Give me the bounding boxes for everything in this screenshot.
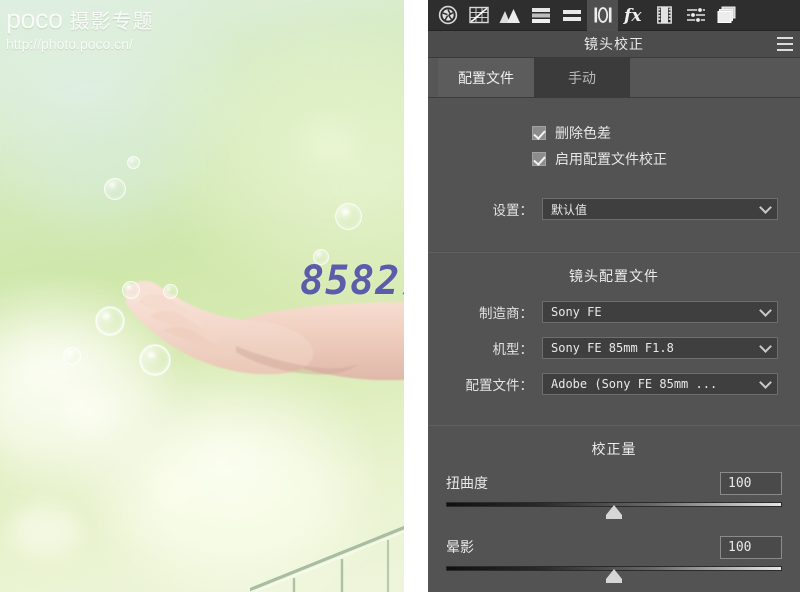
make-select-value: Sony FE: [551, 305, 602, 319]
lens-profile-section-title: 镜头配置文件: [569, 268, 659, 284]
slider-distortion-thumb[interactable]: [606, 505, 622, 519]
soap-bubble-ring-2: [139, 344, 171, 376]
screenshot-root: poco 摄影专题 http://photo.poco.cn/ 858271: [0, 0, 800, 592]
hamburger-menu-icon[interactable]: [777, 37, 793, 51]
slider-distortion-label: 扭曲度: [446, 475, 488, 491]
watermark-number: 858271: [300, 258, 404, 304]
profile-select[interactable]: Adobe (Sony FE 85mm ...: [542, 373, 778, 395]
module-toolbar[interactable]: fx: [428, 0, 800, 31]
checkbox-row-enable-profile-corrections[interactable]: 启用配置文件校正: [428, 146, 800, 172]
slider-vignetting-head: 晕影 100: [446, 534, 782, 560]
tone-curve-icon[interactable]: [463, 0, 494, 31]
chevron-down-icon: [759, 304, 772, 317]
detail-icon[interactable]: [494, 0, 525, 31]
slider-distortion-value[interactable]: 100: [720, 471, 782, 495]
model-row[interactable]: 机型： Sony FE 85mm F1.8: [428, 333, 800, 363]
watermark-brand: poco 摄影专题 http://photo.poco.cn/: [6, 4, 196, 53]
slider-vignetting-thumb[interactable]: [606, 569, 622, 583]
lens-correction-panel: fx 镜头校正 配置文件 手动 删除色差 启用配置文件校正 设置： 默认值 镜头…: [428, 0, 800, 592]
bokeh-spot-4: [10, 505, 80, 555]
settings-row[interactable]: 设置： 默认值: [428, 194, 800, 224]
presets-icon[interactable]: [680, 0, 711, 31]
chevron-down-icon: [759, 340, 772, 353]
slider-vignetting-value[interactable]: 100: [720, 535, 782, 559]
bokeh-spot-3: [300, 120, 360, 166]
lens-corrections-icon[interactable]: [587, 0, 618, 31]
soap-bubble-4: [122, 281, 140, 299]
bokeh-spot-2: [150, 470, 198, 508]
bokeh-blur-4: [30, 110, 180, 230]
watermark-url: http://photo.poco.cn/: [6, 36, 133, 52]
slider-vignetting-label: 晕影: [446, 539, 474, 555]
make-label: 制造商：: [479, 306, 533, 321]
svg-text:fx: fx: [623, 6, 642, 25]
split-toning-icon[interactable]: [556, 0, 587, 31]
snapshots-icon[interactable]: [711, 0, 742, 31]
chevron-down-icon: [759, 201, 772, 214]
model-select[interactable]: Sony FE 85mm F1.8: [542, 337, 778, 359]
profile-select-value: Adobe (Sony FE 85mm ...: [551, 377, 718, 391]
model-label: 机型：: [492, 342, 534, 357]
panel-body: 删除色差 启用配置文件校正 设置： 默认值 镜头配置文件 制造商： Sony F…: [428, 98, 800, 584]
tab-profile[interactable]: 配置文件: [438, 58, 534, 97]
soap-bubble-8: [104, 178, 126, 200]
watermark-brand-text: poco 摄影专题: [6, 4, 196, 37]
checkbox-row-remove-chromatic-aberration[interactable]: 删除色差: [428, 120, 800, 146]
slider-distortion-head: 扭曲度 100: [446, 470, 782, 496]
metal-railing: [250, 525, 404, 592]
soap-bubble-6: [335, 203, 362, 230]
checkbox-label-enable-profile-corrections: 启用配置文件校正: [555, 151, 667, 167]
panel-tabs[interactable]: 配置文件 手动: [428, 58, 800, 98]
slider-distortion-track-wrap[interactable]: [446, 498, 782, 520]
soap-bubble-5: [163, 284, 178, 299]
photo-preview[interactable]: poco 摄影专题 http://photo.poco.cn/ 858271: [0, 0, 404, 592]
slider-distortion[interactable]: 扭曲度 100: [428, 470, 800, 520]
checkbox-group: 删除色差 启用配置文件校正: [428, 98, 800, 172]
soap-bubble-ring-1: [95, 306, 125, 336]
correction-amount-section-title: 校正量: [591, 441, 637, 457]
photo-panel-gutter: [404, 0, 428, 592]
soap-bubble-3: [63, 347, 81, 365]
settings-select-value: 默认值: [551, 202, 588, 217]
slider-vignetting-track-wrap[interactable]: [446, 562, 782, 584]
tab-manual[interactable]: 手动: [534, 58, 630, 97]
model-select-value: Sony FE 85mm F1.8: [551, 341, 674, 355]
checkbox-label-remove-chromatic-aberration: 删除色差: [555, 125, 611, 141]
soap-bubble-9: [127, 156, 140, 169]
basic-icon[interactable]: [432, 0, 463, 31]
effects-icon[interactable]: fx: [618, 0, 649, 31]
panel-header: 镜头校正: [428, 31, 800, 58]
profile-row[interactable]: 配置文件： Adobe (Sony FE 85mm ...: [428, 369, 800, 399]
watermark-brand-cn: 摄影专题: [69, 11, 154, 33]
make-select[interactable]: Sony FE: [542, 301, 778, 323]
watermark-brand-latin: poco: [6, 4, 63, 34]
panel-title: 镜头校正: [584, 36, 644, 52]
chevron-down-icon: [759, 376, 772, 389]
checkbox-enable-profile-corrections[interactable]: [532, 152, 546, 166]
settings-label: 设置：: [492, 203, 534, 218]
checkbox-remove-chromatic-aberration[interactable]: [532, 126, 546, 140]
profile-label: 配置文件：: [465, 378, 534, 393]
settings-select[interactable]: 默认值: [542, 198, 778, 220]
hsl-grayscale-icon[interactable]: [525, 0, 556, 31]
camera-calibration-icon[interactable]: [649, 0, 680, 31]
make-row[interactable]: 制造商： Sony FE: [428, 297, 800, 327]
slider-vignetting[interactable]: 晕影 100: [428, 534, 800, 584]
